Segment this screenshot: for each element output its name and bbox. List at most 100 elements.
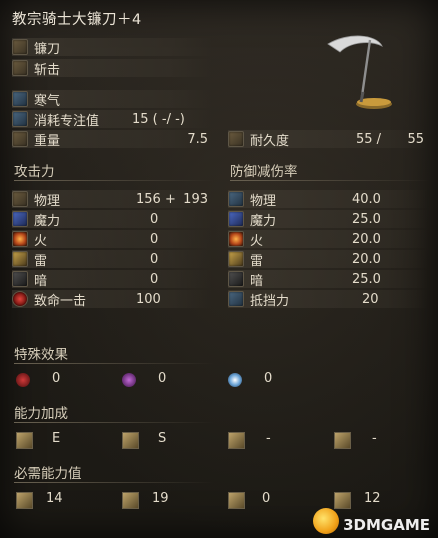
dark-icon <box>12 271 28 287</box>
strength-req-icon <box>16 492 33 509</box>
durability-value: 55 / <box>356 131 382 147</box>
weight-icon <box>12 131 28 147</box>
attack-row: 物理 156 + 193 <box>12 190 212 209</box>
lightning-defense-icon <box>228 251 244 267</box>
fp-icon <box>12 111 28 127</box>
defense-label: 暗 <box>250 273 264 289</box>
attack-bonus-value: 193 <box>183 191 208 207</box>
intelligence-icon <box>228 432 245 449</box>
defense-label: 抵挡力 <box>250 293 290 309</box>
fp-cost-label: 消耗专注值 <box>34 113 100 129</box>
lightning-icon <box>12 251 28 267</box>
fp-cost-row: 消耗专注值 15 ( -/ -) <box>12 110 212 129</box>
bleed-icon <box>16 373 30 387</box>
attack-value: 156 + <box>136 191 176 207</box>
defense-label: 物理 <box>250 193 277 209</box>
durability-row: 耐久度 55 / 55 <box>228 130 428 149</box>
fp-cost-value: 15 ( -/ -) <box>132 111 185 127</box>
attack-value: 0 <box>150 231 159 247</box>
attack-type-row: 斩击 <box>12 59 212 78</box>
weapon-image <box>327 35 392 109</box>
attack-label: 暗 <box>34 273 48 289</box>
attack-row: 雷 0 <box>12 250 212 269</box>
critical-icon <box>12 291 28 307</box>
weapon-type-label: 镰刀 <box>34 41 61 57</box>
attack-row: 致命一击 100 <box>12 290 212 309</box>
defense-row: 暗 25.0 <box>228 270 428 289</box>
defense-row: 抵挡力 20 <box>228 290 428 309</box>
weight-label: 重量 <box>34 133 61 149</box>
physical-icon <box>12 191 28 207</box>
faith-icon <box>334 432 351 449</box>
faith-req-value: 12 <box>364 491 381 506</box>
attack-row: 暗 0 <box>12 270 212 289</box>
physical-defense-icon <box>228 191 244 207</box>
attack-row: 火 0 <box>12 230 212 249</box>
scaling-title: 能力加成 <box>14 402 214 423</box>
attack-value: 0 <box>150 271 159 287</box>
watermark-logo-icon <box>313 508 339 534</box>
dexterity-req-icon <box>122 492 139 509</box>
defense-row: 魔力 25.0 <box>228 210 428 229</box>
magic-icon <box>12 211 28 227</box>
weight-row: 重量 7.5 <box>12 130 212 149</box>
attack-value: 0 <box>150 251 159 267</box>
defense-label: 火 <box>250 233 264 249</box>
stability-icon <box>228 291 244 307</box>
defense-value: 25.0 <box>352 211 381 227</box>
attack-label: 火 <box>34 233 48 249</box>
requirements-title: 必需能力值 <box>14 462 213 483</box>
poison-value: 0 <box>158 371 167 386</box>
attack-label: 物理 <box>34 193 61 209</box>
weapon-type-icon <box>12 39 28 55</box>
faith-req-icon <box>334 492 351 509</box>
weapon-title: 教宗骑士大镰刀＋4 <box>12 12 142 28</box>
attack-label: 魔力 <box>34 213 61 229</box>
weapon-details-panel: 教宗骑士大镰刀＋4 镰刀 斩击 寒气 消耗专注值 15 ( -/ -) 重量 7… <box>0 0 438 538</box>
infusion-label: 寒气 <box>34 93 61 109</box>
defense-row: 火 20.0 <box>228 230 428 249</box>
slash-icon <box>12 60 28 76</box>
defense-section-title: 防御减伤率 <box>230 160 429 181</box>
attack-value: 100 <box>136 291 161 307</box>
defense-row: 物理 40.0 <box>228 190 428 209</box>
fire-defense-icon <box>228 231 244 247</box>
defense-value: 40.0 <box>352 191 381 207</box>
attack-row: 魔力 0 <box>12 210 212 229</box>
dark-defense-icon <box>228 271 244 287</box>
fire-icon <box>12 231 28 247</box>
intelligence-req-icon <box>228 492 245 509</box>
defense-label: 雷 <box>250 253 264 269</box>
durability-label: 耐久度 <box>250 133 290 149</box>
dexterity-scaling-value: S <box>158 431 167 446</box>
attack-type-label: 斩击 <box>34 62 61 78</box>
weapon-skill-icon <box>12 91 28 107</box>
attack-section-title: 攻击力 <box>14 160 212 181</box>
dexterity-icon <box>122 432 139 449</box>
infusion-row: 寒气 <box>12 90 212 109</box>
defense-label: 魔力 <box>250 213 277 229</box>
special-effects-title: 特殊效果 <box>14 343 214 364</box>
frost-icon <box>228 373 242 387</box>
weight-value: 7.5 <box>187 131 208 147</box>
intelligence-scaling-value: - <box>266 431 271 446</box>
defense-value: 20.0 <box>352 231 381 247</box>
defense-value: 25.0 <box>352 271 381 287</box>
defense-row: 雷 20.0 <box>228 250 428 269</box>
strength-icon <box>16 432 33 449</box>
weapon-type-row: 镰刀 <box>12 38 212 57</box>
poison-icon <box>122 373 136 387</box>
strength-req-value: 14 <box>46 491 63 506</box>
attack-label: 雷 <box>34 253 48 269</box>
bleed-value: 0 <box>52 371 61 386</box>
faith-scaling-value: - <box>372 431 377 446</box>
attack-value: 0 <box>150 211 159 227</box>
durability-icon <box>228 131 244 147</box>
defense-value: 20 <box>362 291 379 307</box>
watermark-text: 3DMGAME <box>343 516 430 534</box>
strength-scaling-value: E <box>52 431 61 446</box>
magic-defense-icon <box>228 211 244 227</box>
intelligence-req-value: 0 <box>262 491 271 506</box>
defense-value: 20.0 <box>352 251 381 267</box>
durability-max: 55 <box>407 131 424 147</box>
